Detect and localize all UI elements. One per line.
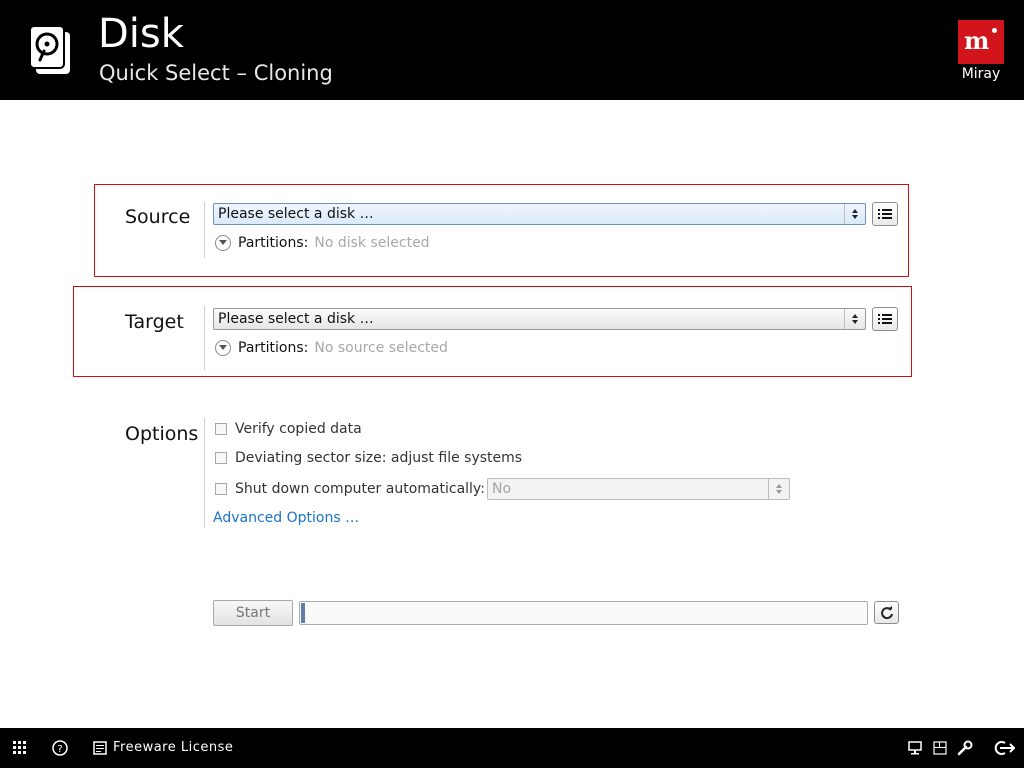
page-subtitle: Quick Select – Cloning bbox=[99, 61, 333, 85]
source-partitions-value: No disk selected bbox=[314, 235, 430, 251]
source-label: Source bbox=[125, 206, 191, 228]
deviating-checkbox[interactable] bbox=[215, 452, 227, 464]
list-icon bbox=[878, 209, 892, 219]
source-partitions-label: Partitions: bbox=[238, 235, 309, 251]
advanced-options-link[interactable]: Advanced Options … bbox=[213, 510, 359, 526]
svg-text:?: ? bbox=[57, 744, 62, 755]
window-icon[interactable] bbox=[932, 740, 948, 756]
target-partitions-label: Partitions: bbox=[238, 340, 309, 356]
progress-bar bbox=[299, 601, 868, 625]
miray-logo: m Miray bbox=[958, 20, 1004, 82]
select-arrows-icon bbox=[844, 309, 865, 329]
header-bar: Disk Quick Select – Cloning m Miray bbox=[0, 0, 1024, 100]
target-highlight-box bbox=[73, 286, 912, 377]
help-icon[interactable]: ? bbox=[52, 740, 68, 756]
verify-label: Verify copied data bbox=[235, 421, 362, 437]
start-button[interactable]: Start bbox=[213, 600, 293, 626]
wrench-icon[interactable] bbox=[957, 740, 973, 756]
exit-icon[interactable] bbox=[992, 740, 1016, 756]
progress-fill bbox=[301, 603, 305, 623]
shutdown-option-row[interactable]: Shut down computer automatically: bbox=[215, 481, 485, 497]
brand-dot bbox=[992, 28, 997, 33]
target-divider bbox=[204, 306, 205, 370]
select-arrows-icon bbox=[768, 479, 789, 499]
target-disk-list-button[interactable] bbox=[872, 307, 898, 331]
source-divider bbox=[204, 202, 205, 258]
options-label: Options bbox=[125, 423, 199, 445]
footer-bar: ? Freeware License bbox=[0, 728, 1024, 768]
target-disk-select[interactable]: Please select a disk … bbox=[213, 308, 866, 330]
disk-icon bbox=[28, 24, 72, 76]
source-disk-select[interactable]: Please select a disk … bbox=[213, 203, 866, 225]
freeware-license-link[interactable]: Freeware License bbox=[113, 740, 233, 755]
refresh-button[interactable] bbox=[874, 601, 899, 624]
monitor-icon[interactable] bbox=[907, 740, 923, 756]
options-divider bbox=[204, 418, 205, 528]
brand-logo-box: m bbox=[958, 20, 1004, 64]
target-partitions-row[interactable]: Partitions: No source selected bbox=[215, 340, 448, 356]
expand-chevron-icon[interactable] bbox=[215, 235, 231, 251]
license-icon[interactable] bbox=[92, 740, 108, 756]
page-title: Disk bbox=[98, 11, 184, 57]
target-partitions-value: No source selected bbox=[314, 340, 448, 356]
select-arrows-icon bbox=[844, 204, 865, 224]
brand-logo-letter: m bbox=[964, 26, 990, 55]
apps-grid-icon[interactable] bbox=[12, 740, 28, 756]
shutdown-checkbox[interactable] bbox=[215, 483, 227, 495]
target-select-value: Please select a disk … bbox=[218, 311, 374, 327]
source-highlight-box bbox=[94, 184, 909, 277]
source-disk-list-button[interactable] bbox=[872, 202, 898, 226]
expand-chevron-icon[interactable] bbox=[215, 340, 231, 356]
verify-option-row[interactable]: Verify copied data bbox=[215, 421, 362, 437]
source-partitions-row[interactable]: Partitions: No disk selected bbox=[215, 235, 430, 251]
deviating-option-row[interactable]: Deviating sector size: adjust file syste… bbox=[215, 450, 522, 466]
brand-name: Miray bbox=[961, 66, 1001, 82]
target-label: Target bbox=[125, 311, 184, 333]
list-icon bbox=[878, 314, 892, 324]
verify-checkbox[interactable] bbox=[215, 423, 227, 435]
deviating-label: Deviating sector size: adjust file syste… bbox=[235, 450, 523, 466]
shutdown-select: No bbox=[487, 478, 790, 500]
shutdown-label: Shut down computer automatically: bbox=[235, 481, 485, 497]
refresh-icon bbox=[880, 605, 893, 619]
source-select-value: Please select a disk … bbox=[218, 206, 374, 222]
shutdown-select-value: No bbox=[492, 481, 512, 497]
